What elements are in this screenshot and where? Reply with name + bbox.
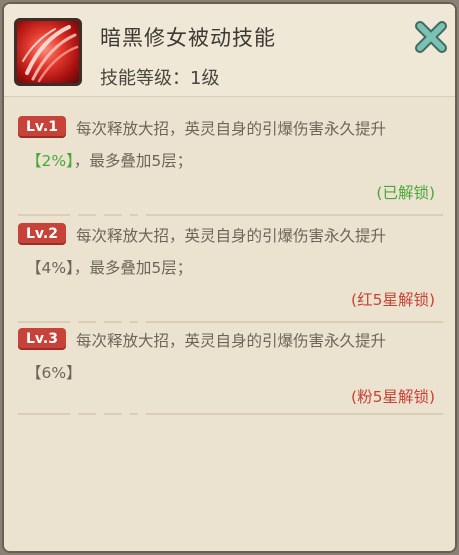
unlock-status: (红5星解锁)	[351, 291, 435, 309]
close-button[interactable]	[414, 20, 448, 54]
divider	[18, 321, 443, 323]
stack-text: ，最多叠加5层；	[73, 152, 193, 170]
unlock-status: (已解锁)	[376, 184, 435, 202]
level-list: Lv.1 每次释放大招，英灵自身的引爆伤害永久提升 【2%】，最多叠加5层； (…	[4, 96, 455, 551]
stack-text: ，最多叠加5层；	[73, 259, 193, 277]
skill-detail-panel: 暗黑修女被动技能 技能等级：1级 Lv.1 每次释放大招，英灵自身的引爆伤害永久…	[2, 2, 457, 553]
red-slash-skill-icon	[14, 18, 82, 86]
bonus-value: 【4%】	[26, 259, 74, 277]
bonus-value: 【2%】	[26, 152, 74, 170]
level-description-cont: 【4%】，最多叠加5层；	[26, 256, 192, 278]
level-badge: Lv.3	[18, 328, 66, 350]
skill-title: 暗黑修女被动技能	[100, 26, 276, 50]
level-description: 每次释放大招，英灵自身的引爆伤害永久提升	[76, 332, 387, 350]
level-description-cont: 【2%】，最多叠加5层；	[26, 149, 192, 171]
divider	[18, 214, 443, 216]
level-description: 每次释放大招，英灵自身的引爆伤害永久提升	[76, 120, 387, 138]
level-description-cont: 【6%】	[26, 361, 82, 383]
divider	[18, 413, 443, 415]
close-x-icon	[415, 21, 447, 53]
level-badge: Lv.1	[18, 116, 66, 138]
unlock-status: (粉5星解锁)	[351, 388, 435, 406]
skill-level: 技能等级：1级	[100, 68, 220, 89]
level-description: 每次释放大招，英灵自身的引爆伤害永久提升	[76, 227, 387, 245]
panel-header: 暗黑修女被动技能 技能等级：1级	[4, 4, 455, 96]
bonus-value: 【6%】	[26, 364, 82, 382]
level-badge: Lv.2	[18, 223, 66, 245]
